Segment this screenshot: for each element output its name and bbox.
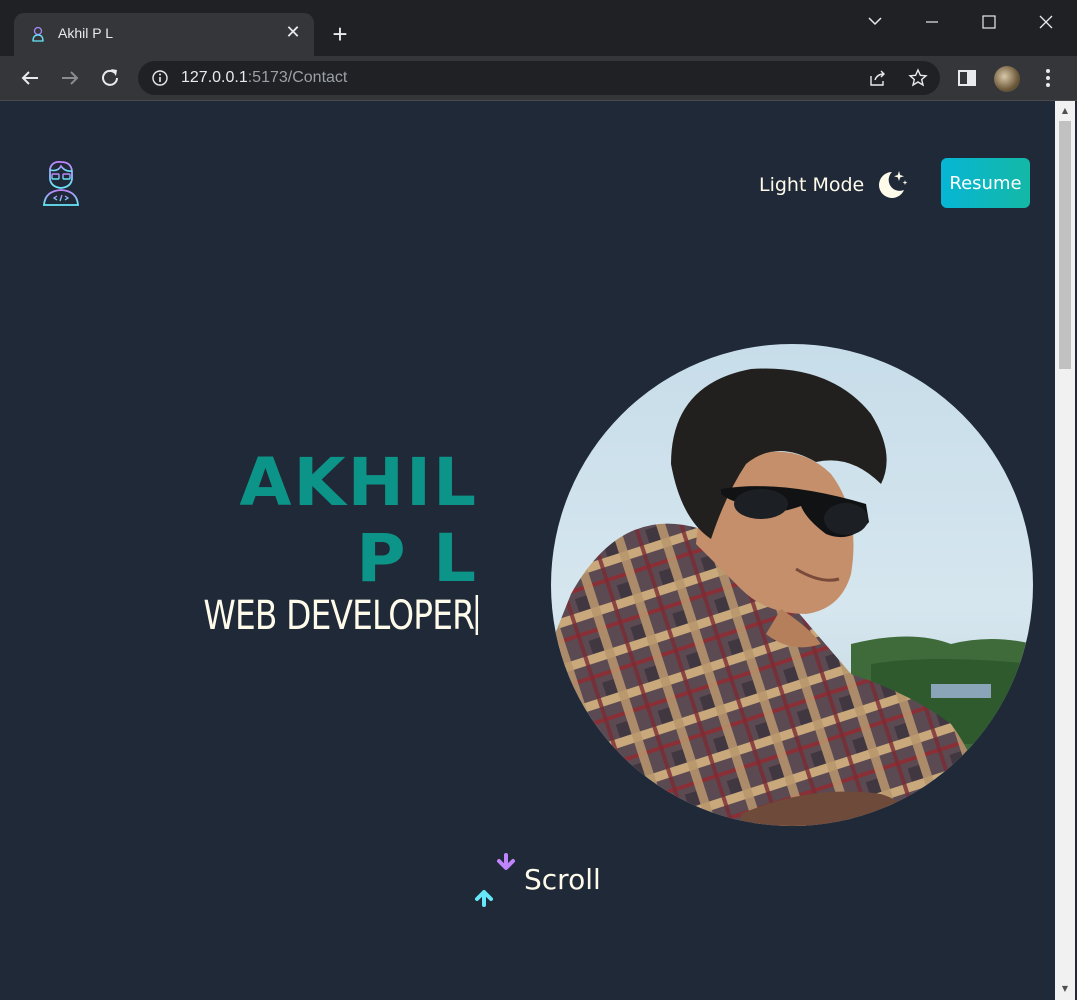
address-bar[interactable]: 127.0.0.1:5173/Contact bbox=[138, 61, 940, 95]
hero-role-text: WEB DEVELOPER bbox=[203, 593, 475, 639]
scroll-down-arrow-icon[interactable]: ▼ bbox=[1060, 984, 1070, 994]
side-panel-icon[interactable] bbox=[953, 64, 981, 92]
hero-name: AKHIL P L bbox=[239, 445, 478, 597]
moon-stars-icon bbox=[879, 171, 908, 198]
share-icon[interactable] bbox=[868, 68, 888, 88]
tab-close-icon[interactable]: ✕ bbox=[282, 22, 304, 44]
tab-title: Akhil P L bbox=[58, 25, 113, 41]
bookmark-star-icon[interactable] bbox=[908, 68, 928, 88]
scroll-hint[interactable]: Scroll bbox=[470, 853, 610, 913]
scroll-arrows-icon bbox=[475, 853, 515, 907]
scroll-label: Scroll bbox=[524, 863, 601, 896]
page-scrollbar[interactable]: ▲ ▼ bbox=[1055, 101, 1075, 1000]
typing-caret bbox=[475, 595, 478, 635]
favicon-icon bbox=[32, 26, 44, 42]
hero-name-first: AKHIL bbox=[239, 444, 478, 521]
scrollbar-thumb[interactable] bbox=[1059, 121, 1071, 369]
theme-toggle-label: Light Mode bbox=[759, 174, 865, 196]
browser-titlebar: Akhil P L ✕ + bbox=[0, 0, 1077, 56]
forward-arrow-icon[interactable] bbox=[56, 64, 84, 92]
new-tab-button[interactable]: + bbox=[326, 20, 354, 48]
url-text: 127.0.0.1:5173/Contact bbox=[181, 69, 347, 87]
hero-name-last: P L bbox=[356, 520, 478, 597]
scroll-up-arrow-icon[interactable]: ▲ bbox=[1060, 106, 1070, 116]
profile-avatar[interactable] bbox=[994, 66, 1020, 92]
site-info-icon[interactable] bbox=[150, 68, 170, 88]
browser-tab[interactable]: Akhil P L ✕ bbox=[14, 13, 314, 56]
minimize-icon[interactable] bbox=[912, 8, 952, 36]
profile-photo bbox=[551, 344, 1033, 826]
url-host: 127.0.0.1 bbox=[181, 69, 248, 86]
menu-kebab-icon[interactable] bbox=[1034, 64, 1062, 92]
tab-search-icon[interactable] bbox=[855, 8, 895, 36]
back-arrow-icon[interactable] bbox=[16, 64, 44, 92]
developer-avatar-icon[interactable] bbox=[40, 159, 82, 207]
resume-button[interactable]: Resume bbox=[941, 158, 1030, 208]
close-window-icon[interactable] bbox=[1026, 8, 1066, 36]
url-path: :5173/Contact bbox=[247, 69, 348, 86]
hero-role: WEB DEVELOPER bbox=[203, 593, 478, 639]
reload-icon[interactable] bbox=[96, 64, 124, 92]
page-viewport: Light Mode Resume AKHIL P L WEB DEVELOPE… bbox=[2, 101, 1055, 1000]
maximize-icon[interactable] bbox=[969, 8, 1009, 36]
theme-toggle[interactable]: Light Mode bbox=[759, 167, 908, 203]
browser-toolbar: 127.0.0.1:5173/Contact bbox=[0, 56, 1077, 101]
